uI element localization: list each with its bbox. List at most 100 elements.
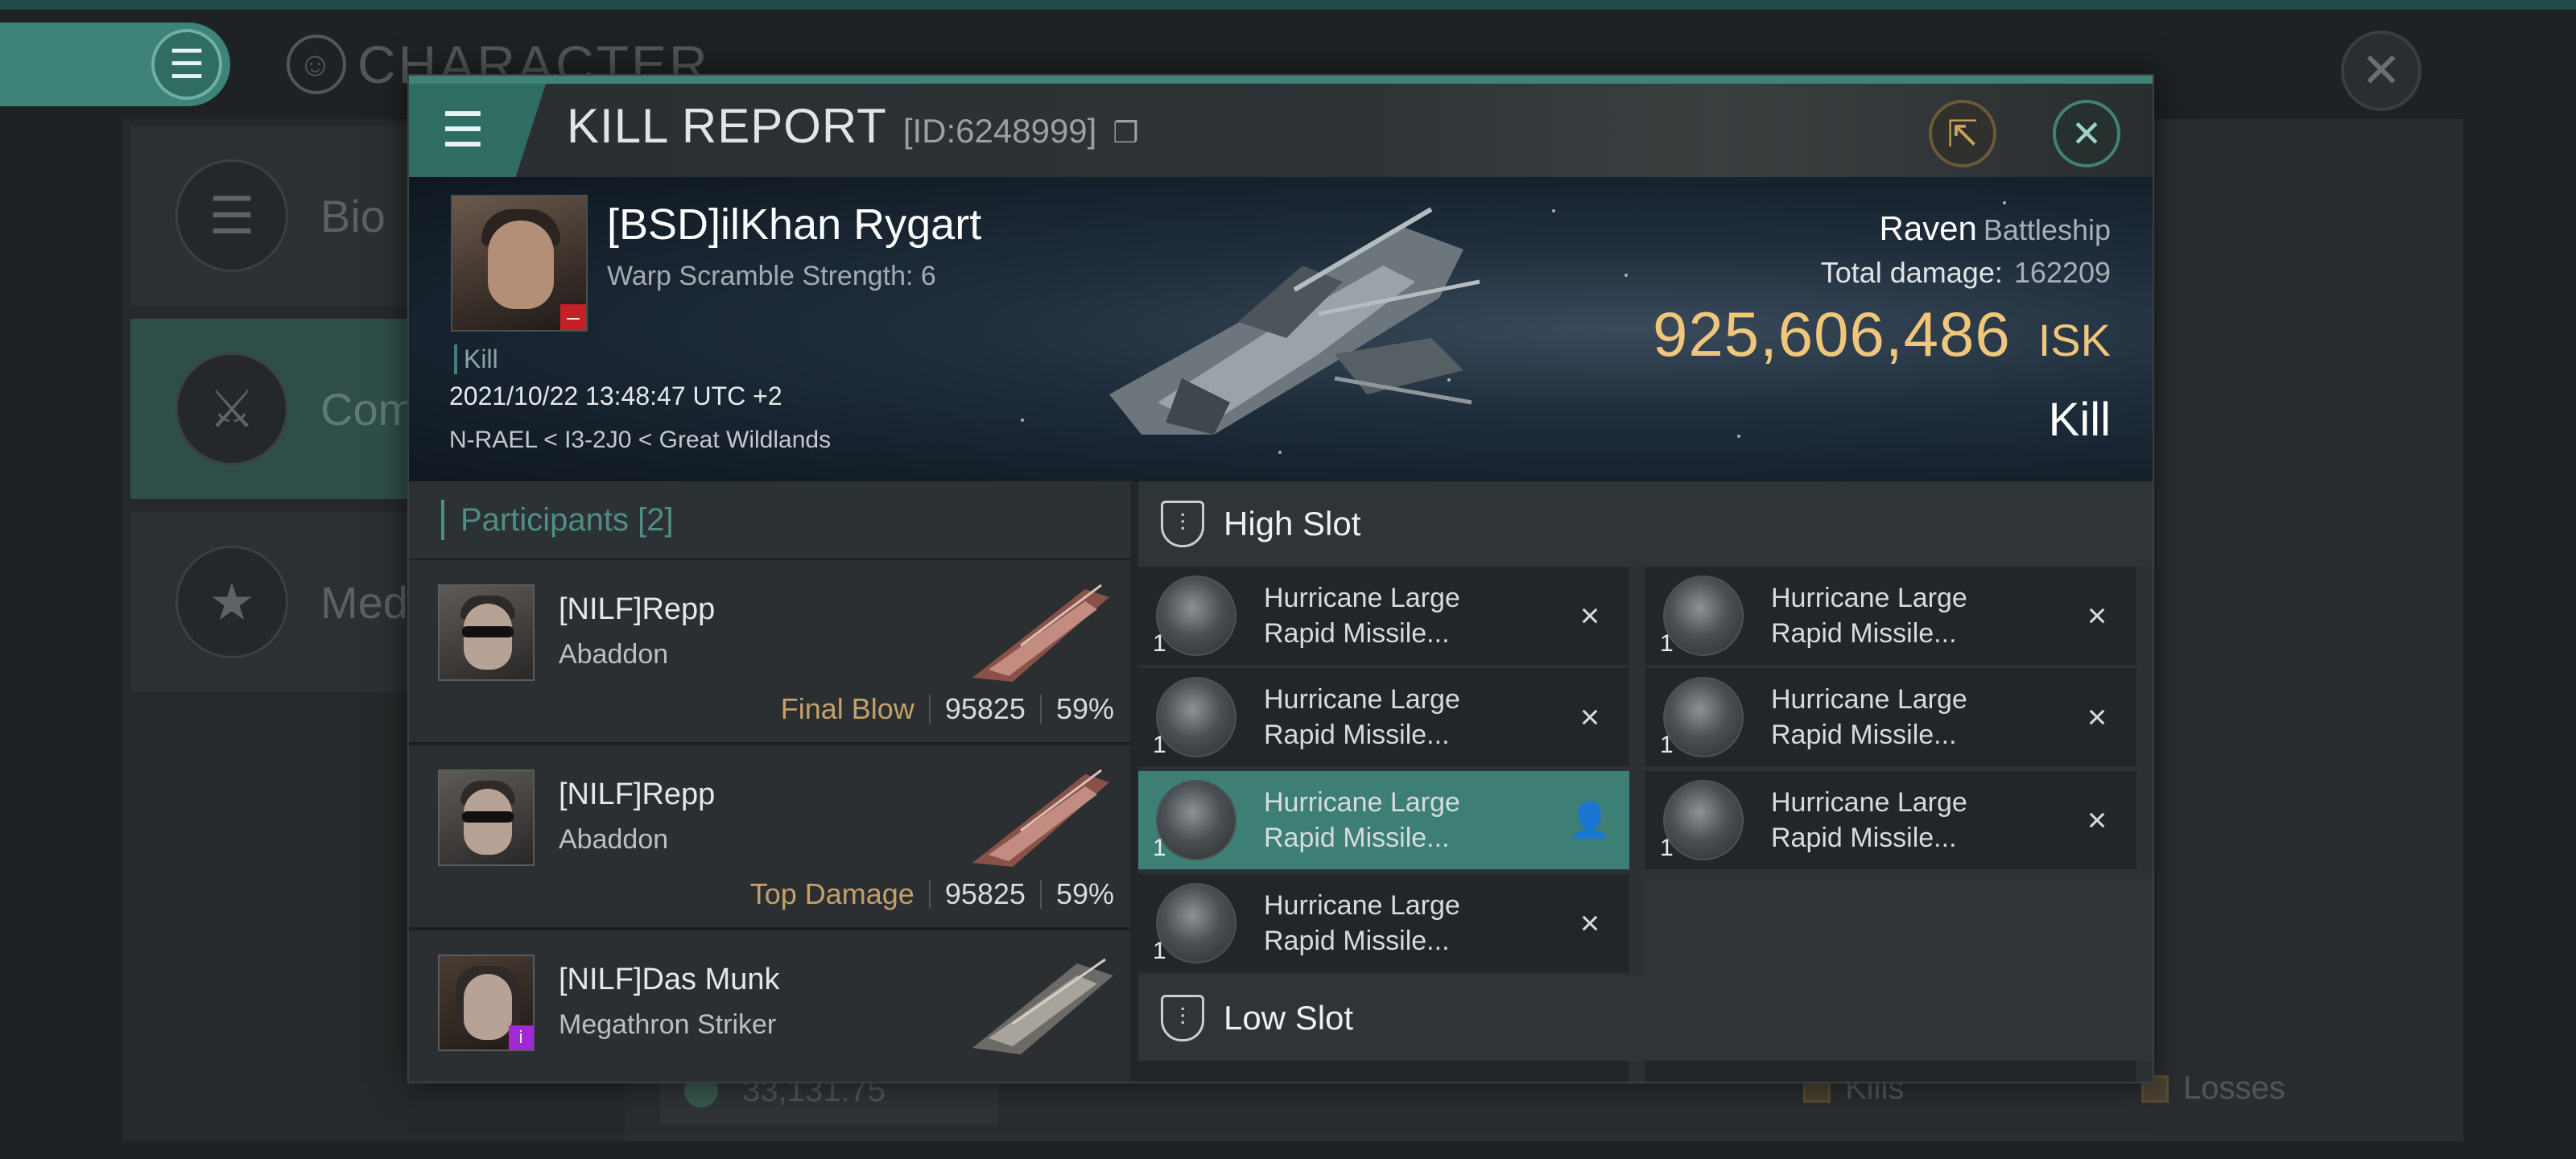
module-quantity: 1	[1153, 630, 1166, 657]
kill-result: Kill	[2048, 394, 2111, 446]
modal-title: KILL REPORT [ID:6248999] ❐	[567, 98, 1139, 154]
module-quantity: 1	[1660, 630, 1674, 657]
module-name-line2: Rapid Missile...	[1771, 720, 1957, 750]
close-icon: ✕	[2070, 113, 2103, 155]
participant-row[interactable]: [NILF]Repp Abaddon Top Damage 95825 59%	[409, 745, 1130, 930]
participant-name: [NILF]Repp	[559, 592, 716, 626]
isk-unit: ISK	[2037, 315, 2111, 365]
destroyed-icon: ×	[2087, 596, 2107, 634]
character-icon: ☺	[287, 35, 346, 94]
background-top-bar	[0, 0, 2576, 10]
module-name-line1: Hurricane Large	[1264, 787, 1460, 818]
participant-portrait: i	[438, 955, 535, 1051]
module-name-line1: Hurricane Large	[1771, 787, 1967, 818]
module-item[interactable]: 1 Hurricane Large Rapid Missile... ×	[1138, 567, 1629, 665]
low-slot-item-partial[interactable]	[1645, 1061, 2136, 1082]
participant-portrait	[438, 769, 535, 866]
destroyed-icon: ×	[2087, 801, 2107, 839]
module-name-line2: Rapid Missile...	[1771, 618, 1957, 649]
total-damage-value: 162209	[2013, 256, 2111, 289]
module-item-selected[interactable]: 1 Hurricane Large Rapid Missile... 👤	[1138, 771, 1629, 869]
total-damage: Total damage: 162209	[1821, 256, 2111, 290]
participant-stats: Final Blow 95825 59%	[781, 692, 1114, 726]
destroyed-icon: ×	[1579, 596, 1600, 634]
modal-title-text: KILL REPORT	[567, 99, 887, 153]
menu-icon: ☰	[151, 29, 222, 100]
victim-ship-name[interactable]: Raven	[1879, 209, 1976, 247]
module-quantity: 1	[1153, 835, 1166, 861]
high-slot-grid: 1 Hurricane Large Rapid Missile... × 1 Hu…	[1138, 567, 2153, 975]
module-item[interactable]: 1 Hurricane Large Rapid Missile... ×	[1645, 668, 2136, 766]
participants-panel: Participants [2] [NILF]Repp Abaddon Fina…	[409, 481, 1130, 1082]
high-slot-label: High Slot	[1224, 505, 1361, 542]
empty-slot-area	[1645, 874, 2153, 975]
participant-ship: Megathron Striker	[559, 1009, 777, 1040]
legend-losses: Losses	[2141, 1070, 2285, 1107]
destroyed-icon: ×	[1579, 904, 1600, 942]
victim-ship: Raven Battleship	[1879, 209, 2111, 248]
module-quantity: 1	[1153, 938, 1166, 964]
destroyed-icon: ×	[1579, 698, 1600, 736]
star-badge-icon: ★	[175, 546, 288, 658]
module-item[interactable]: 1 Hurricane Large Rapid Missile... ×	[1138, 874, 1629, 972]
module-name-line2: Rapid Missile...	[1264, 720, 1450, 750]
victim-portrait[interactable]: –	[451, 195, 588, 332]
low-slot-header: ⫶ Low Slot	[1138, 975, 2153, 1061]
module-name-line2: Rapid Missile...	[1264, 618, 1450, 649]
participant-percent: 59%	[1055, 692, 1114, 725]
crossed-swords-icon: ⚔	[175, 353, 288, 465]
missile-launcher-icon: 1	[1660, 780, 1744, 861]
high-slot-header: ⫶ High Slot	[1138, 481, 2153, 567]
menu-icon: ☰	[175, 159, 288, 272]
module-item[interactable]: 1 Hurricane Large Rapid Missile... ×	[1645, 567, 2136, 665]
low-slot-item-partial[interactable]	[1138, 1061, 1629, 1082]
participant-ship-image	[972, 769, 1109, 867]
victim-ship-image	[1109, 207, 1480, 435]
modal-menu-button[interactable]: ☰	[409, 84, 546, 177]
hostile-badge-icon: –	[560, 304, 586, 330]
fitting-slots-panel: ⫶ High Slot 1 Hurricane Large Rapid Missi…	[1138, 481, 2153, 1082]
missile-launcher-icon: 1	[1153, 780, 1236, 861]
victim-name[interactable]: [BSD]ilKhan Rygart	[607, 200, 981, 250]
kill-report-modal: ☰ KILL REPORT [ID:6248999] ❐ ⇱ ✕ – [BSD]…	[407, 74, 2154, 1083]
modal-header: ☰ KILL REPORT [ID:6248999] ❐ ⇱ ✕	[409, 84, 2153, 177]
kill-datetime: 2021/10/22 13:48:47 UTC +2	[449, 382, 782, 410]
high-slot-icon: ⫶	[1161, 501, 1204, 547]
victim-banner: – [BSD]ilKhan Rygart Warp Scramble Stren…	[409, 177, 2153, 481]
module-name-line1: Hurricane Large	[1264, 684, 1460, 715]
info-badge-icon: i	[509, 1025, 533, 1050]
missile-launcher-icon: 1	[1153, 883, 1236, 964]
share-button[interactable]: ⇱	[1929, 100, 1996, 167]
module-quantity: 1	[1660, 732, 1674, 758]
share-icon: ⇱	[1946, 113, 1979, 155]
module-name-line1: Hurricane Large	[1264, 583, 1460, 613]
participant-portrait	[438, 584, 535, 681]
module-quantity: 1	[1153, 732, 1166, 758]
module-name-line2: Rapid Missile...	[1771, 823, 1957, 853]
destroyed-icon: ×	[2087, 698, 2107, 736]
background-menu-button[interactable]: ☰	[0, 23, 230, 106]
victim-ship-class: Battleship	[1983, 213, 2111, 246]
participants-count: [2]	[638, 501, 674, 538]
participant-role: Final Blow	[780, 692, 914, 725]
module-name-line2: Rapid Missile...	[1264, 926, 1450, 956]
menu-icon: ☰	[441, 103, 485, 157]
module-name-line1: Hurricane Large	[1264, 890, 1460, 921]
participant-role: Top Damage	[749, 877, 914, 910]
module-quantity: 1	[1660, 835, 1674, 861]
participant-ship-image	[972, 584, 1109, 682]
participant-ship-image	[972, 958, 1113, 1054]
copy-icon[interactable]: ❐	[1113, 116, 1138, 150]
isk-value: 925,606,486 ISK	[1653, 298, 2111, 371]
background-close-button[interactable]: ✕	[2341, 31, 2421, 111]
legend-label: Losses	[2183, 1070, 2285, 1106]
module-item[interactable]: 1 Hurricane Large Rapid Missile... ×	[1645, 771, 2136, 869]
participant-row[interactable]: [NILF]Repp Abaddon Final Blow 95825 59%	[409, 560, 1130, 745]
isk-amount: 925,606,486	[1652, 299, 2011, 369]
sidebar-item-label: Bio	[320, 190, 386, 241]
dropped-person-icon: 👤	[1568, 800, 1612, 839]
participant-row[interactable]: i [NILF]Das Munk Megathron Striker	[409, 930, 1130, 1082]
close-button[interactable]: ✕	[2053, 100, 2120, 167]
module-item[interactable]: 1 Hurricane Large Rapid Missile... ×	[1138, 668, 1629, 766]
participant-damage: 95825	[944, 692, 1026, 725]
